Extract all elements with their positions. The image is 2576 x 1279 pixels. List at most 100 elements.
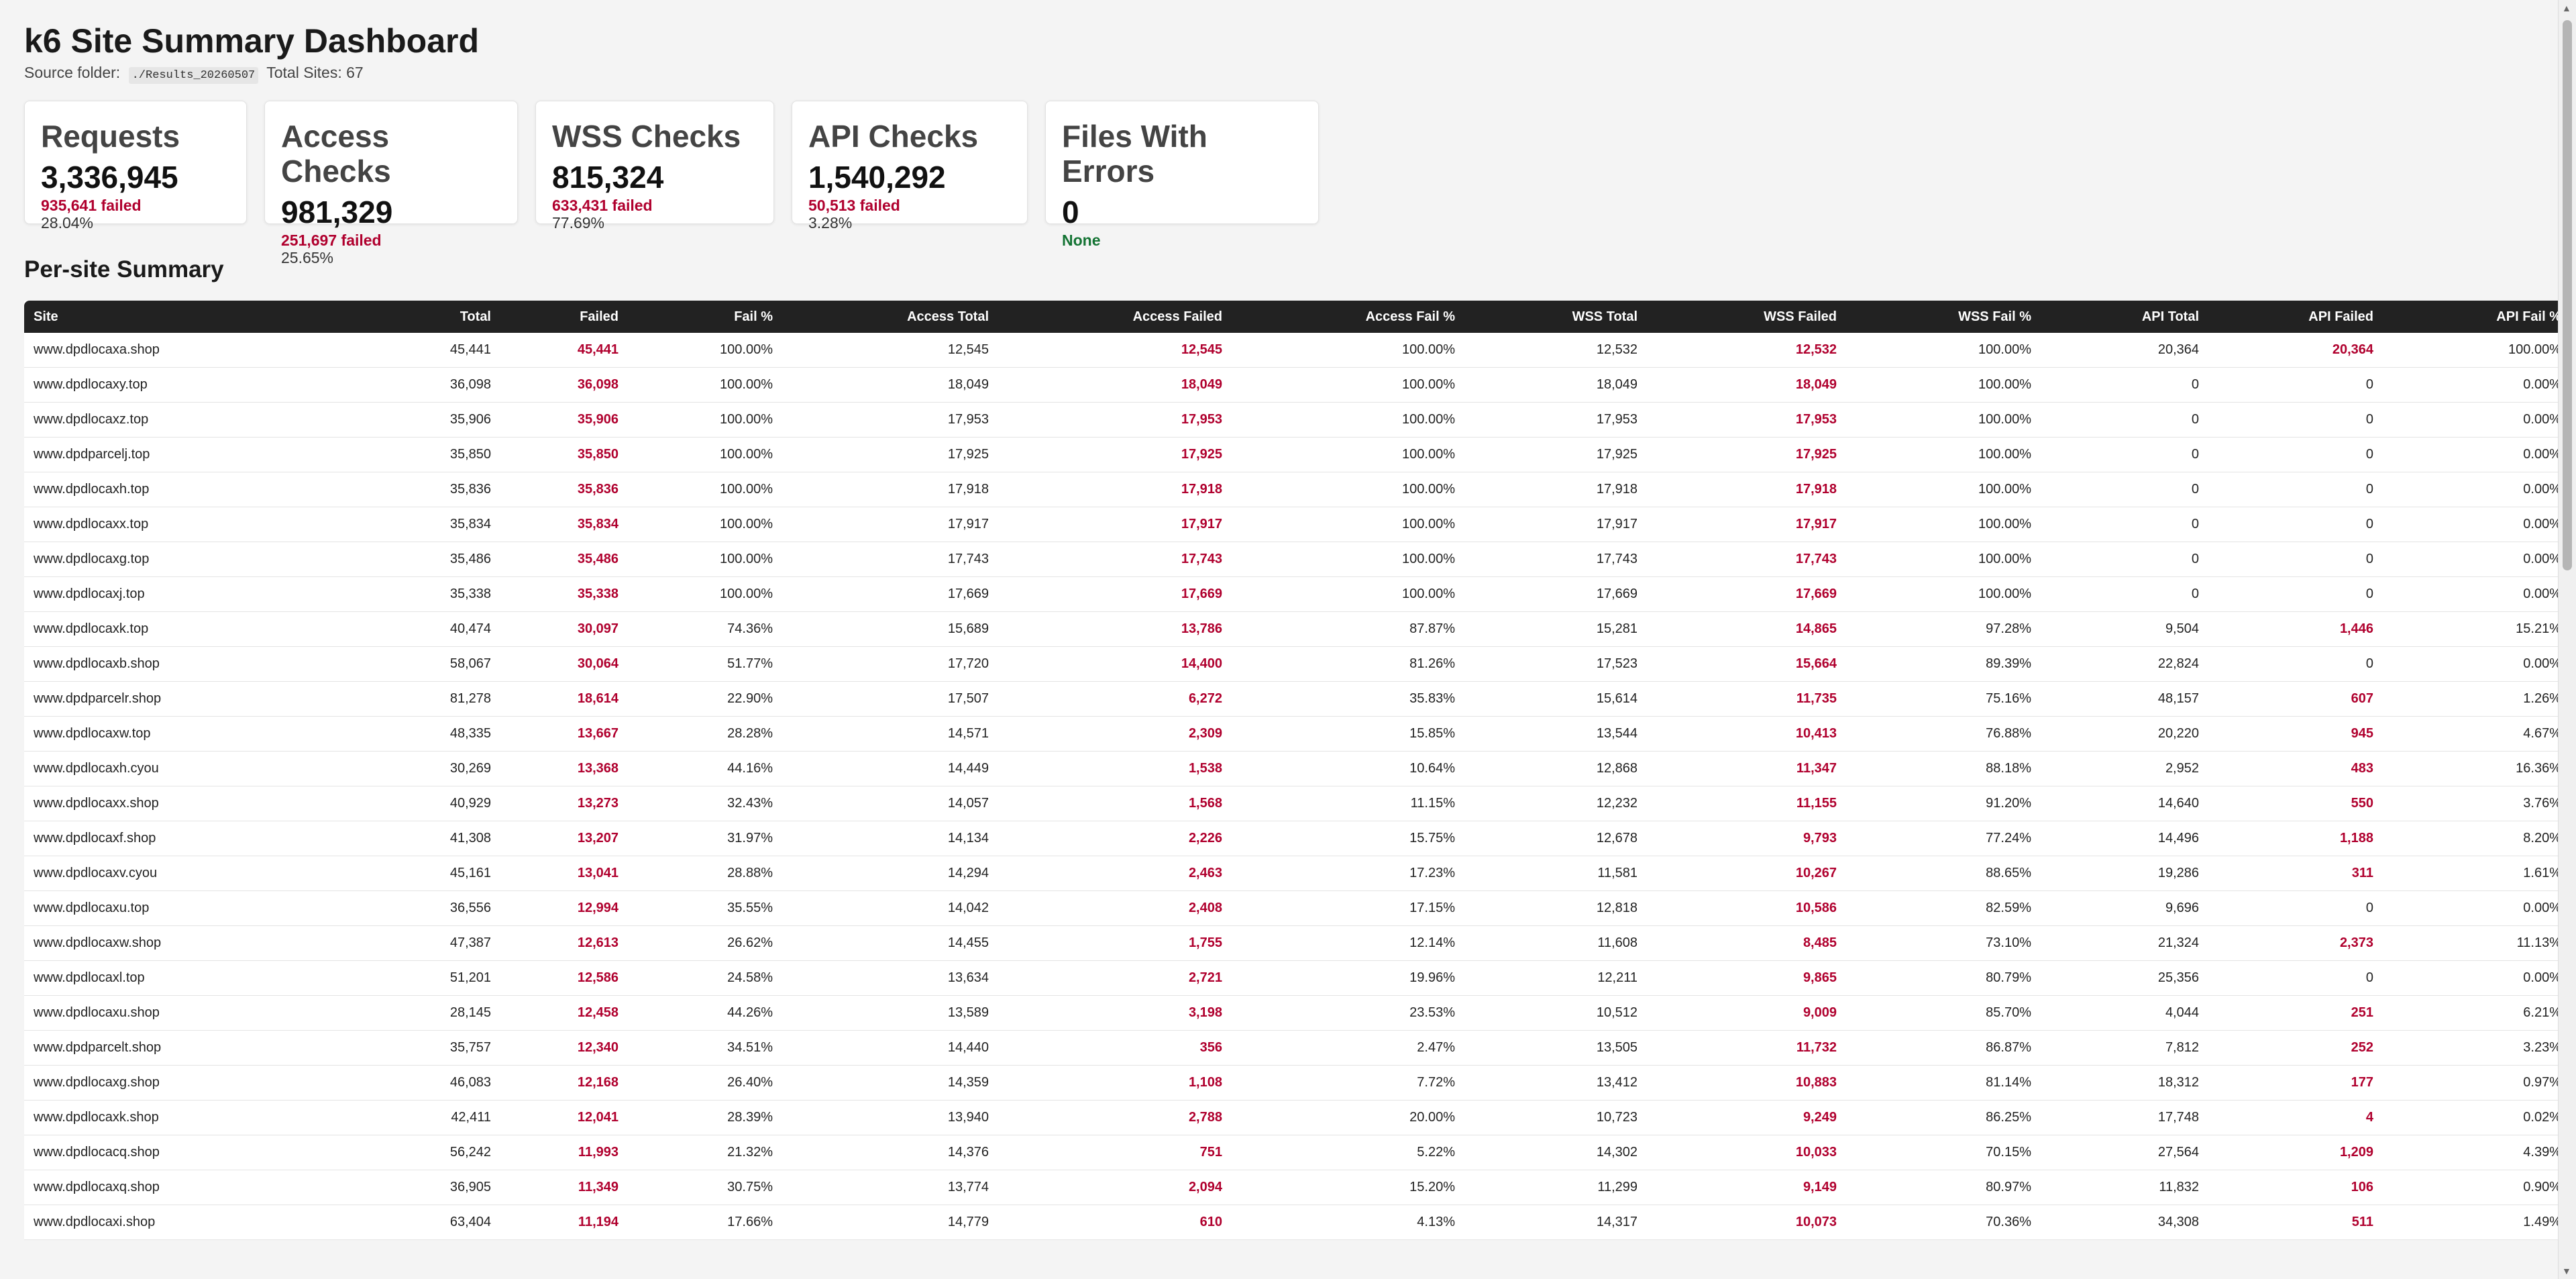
api-failed-cell: 0 bbox=[2208, 367, 2383, 403]
card-value: 1,540,292 bbox=[808, 160, 946, 195]
wss-fail-pct-cell: 73.10% bbox=[1846, 925, 2041, 961]
api-total-cell: 20,364 bbox=[2041, 333, 2208, 368]
site-cell: www.dpdparcelt.shop bbox=[24, 1030, 339, 1066]
api-failed-cell: 0 bbox=[2208, 402, 2383, 438]
wss-fail-pct-cell: 100.00% bbox=[1846, 472, 2041, 507]
fail-pct-cell: 100.00% bbox=[628, 402, 782, 438]
api-failed-cell: 251 bbox=[2208, 995, 2383, 1031]
api-failed-cell: 0 bbox=[2208, 507, 2383, 542]
site-cell: www.dpdlocaxx.top bbox=[24, 507, 339, 542]
access-failed-cell: 1,568 bbox=[998, 786, 1232, 821]
table-row: www.dpdlocaxx.shop 40,929 13,273 32.43% 14,0… bbox=[24, 786, 2571, 821]
scroll-down-icon[interactable]: ▼ bbox=[2562, 1266, 2571, 1276]
access-failed-cell: 13,786 bbox=[998, 611, 1232, 647]
access-total-cell: 14,042 bbox=[782, 890, 998, 926]
column-header-total: Total bbox=[339, 301, 500, 333]
api-failed-cell: 0 bbox=[2208, 542, 2383, 577]
api-failed-cell: 0 bbox=[2208, 960, 2383, 996]
wss-total-cell: 13,544 bbox=[1464, 716, 1647, 752]
wss-fail-pct-cell: 85.70% bbox=[1846, 995, 2041, 1031]
api-fail-pct-cell: 3.76% bbox=[2383, 786, 2571, 821]
table-row: www.dpdlocaxl.top 51,201 12,586 24.58% 13,63… bbox=[24, 960, 2571, 996]
wss-total-cell: 10,512 bbox=[1464, 995, 1647, 1031]
api-fail-pct-cell: 4.39% bbox=[2383, 1135, 2571, 1170]
site-cell: www.dpdlocaxu.top bbox=[24, 890, 339, 926]
wss-total-cell: 12,232 bbox=[1464, 786, 1647, 821]
wss-failed-cell: 10,033 bbox=[1647, 1135, 1846, 1170]
access-fail-pct-cell: 35.83% bbox=[1232, 681, 1464, 717]
api-fail-pct-cell: 0.97% bbox=[2383, 1065, 2571, 1101]
api-failed-cell: 550 bbox=[2208, 786, 2383, 821]
api-fail-pct-cell: 11.13% bbox=[2383, 925, 2571, 961]
column-header-site: Site bbox=[24, 301, 339, 333]
wss-failed-cell: 18,049 bbox=[1647, 367, 1846, 403]
wss-failed-cell: 17,925 bbox=[1647, 437, 1846, 472]
access-total-cell: 12,545 bbox=[782, 333, 998, 368]
table-row: www.dpdlocaxg.top 35,486 35,486 100.00% 17,7… bbox=[24, 542, 2571, 577]
column-header-wss-failed: WSS Failed bbox=[1647, 301, 1846, 333]
failed-cell: 12,586 bbox=[500, 960, 628, 996]
fail-pct-cell: 35.55% bbox=[628, 890, 782, 926]
card-failed: 935,641 failed bbox=[41, 197, 142, 214]
api-failed-cell: 0 bbox=[2208, 890, 2383, 926]
wss-total-cell: 12,818 bbox=[1464, 890, 1647, 926]
fail-pct-cell: 100.00% bbox=[628, 507, 782, 542]
scroll-up-icon[interactable]: ▲ bbox=[2562, 3, 2571, 13]
scroll-thumb[interactable] bbox=[2563, 20, 2572, 570]
wss-fail-pct-cell: 77.24% bbox=[1846, 821, 2041, 856]
table-row: www.dpdlocaxi.shop 63,404 11,194 17.66% 14,7… bbox=[24, 1205, 2571, 1240]
failed-cell: 12,994 bbox=[500, 890, 628, 926]
api-total-cell: 21,324 bbox=[2041, 925, 2208, 961]
api-total-cell: 18,312 bbox=[2041, 1065, 2208, 1101]
access-failed-cell: 2,226 bbox=[998, 821, 1232, 856]
api-failed-cell: 0 bbox=[2208, 646, 2383, 682]
site-cell: www.dpdlocaxw.top bbox=[24, 716, 339, 752]
vertical-scrollbar[interactable]: ▲ ▼ bbox=[2558, 0, 2576, 1279]
failed-cell: 30,097 bbox=[500, 611, 628, 647]
wss-total-cell: 11,299 bbox=[1464, 1170, 1647, 1205]
total-cell: 36,098 bbox=[339, 367, 500, 403]
access-fail-pct-cell: 81.26% bbox=[1232, 646, 1464, 682]
wss-total-cell: 14,317 bbox=[1464, 1205, 1647, 1240]
fail-pct-cell: 32.43% bbox=[628, 786, 782, 821]
wss-failed-cell: 8,485 bbox=[1647, 925, 1846, 961]
api-failed-cell: 20,364 bbox=[2208, 333, 2383, 368]
table-row: www.dpdlocaxu.shop 28,145 12,458 44.26% 13,5… bbox=[24, 995, 2571, 1031]
table-row: www.dpdlocaxw.top 48,335 13,667 28.28% 14,57… bbox=[24, 716, 2571, 752]
access-failed-cell: 751 bbox=[998, 1135, 1232, 1170]
table-row: www.dpdlocaxf.shop 41,308 13,207 31.97% 14,1… bbox=[24, 821, 2571, 856]
failed-cell: 12,340 bbox=[500, 1030, 628, 1066]
access-fail-pct-cell: 87.87% bbox=[1232, 611, 1464, 647]
card-value: 815,324 bbox=[552, 160, 664, 195]
total-cell: 41,308 bbox=[339, 821, 500, 856]
failed-cell: 11,194 bbox=[500, 1205, 628, 1240]
fail-pct-cell: 21.32% bbox=[628, 1135, 782, 1170]
access-total-cell: 17,669 bbox=[782, 576, 998, 612]
api-failed-cell: 0 bbox=[2208, 437, 2383, 472]
access-failed-cell: 17,953 bbox=[998, 402, 1232, 438]
wss-total-cell: 11,608 bbox=[1464, 925, 1647, 961]
access-fail-pct-cell: 15.75% bbox=[1232, 821, 1464, 856]
access-fail-pct-cell: 100.00% bbox=[1232, 367, 1464, 403]
wss-total-cell: 11,581 bbox=[1464, 856, 1647, 891]
site-cell: www.dpdlocaxz.top bbox=[24, 402, 339, 438]
failed-cell: 12,613 bbox=[500, 925, 628, 961]
api-fail-pct-cell: 0.00% bbox=[2383, 402, 2571, 438]
fail-pct-cell: 30.75% bbox=[628, 1170, 782, 1205]
column-header-api-fail-pct: API Fail % bbox=[2383, 301, 2571, 333]
access-failed-cell: 356 bbox=[998, 1030, 1232, 1066]
wss-fail-pct-cell: 75.16% bbox=[1846, 681, 2041, 717]
wss-fail-pct-cell: 76.88% bbox=[1846, 716, 2041, 752]
access-fail-pct-cell: 100.00% bbox=[1232, 507, 1464, 542]
access-fail-pct-cell: 10.64% bbox=[1232, 751, 1464, 786]
api-total-cell: 14,496 bbox=[2041, 821, 2208, 856]
wss-total-cell: 13,505 bbox=[1464, 1030, 1647, 1066]
fail-pct-cell: 44.16% bbox=[628, 751, 782, 786]
access-total-cell: 14,449 bbox=[782, 751, 998, 786]
source-info: Source folder: ./Results_20260507 Total … bbox=[24, 62, 2537, 84]
api-total-cell: 48,157 bbox=[2041, 681, 2208, 717]
total-cell: 47,387 bbox=[339, 925, 500, 961]
api-total-cell: 0 bbox=[2041, 437, 2208, 472]
card-title: API Checks bbox=[808, 119, 979, 154]
table-row: www.dpdlocaxq.shop 36,905 11,349 30.75% 13,7… bbox=[24, 1170, 2571, 1205]
